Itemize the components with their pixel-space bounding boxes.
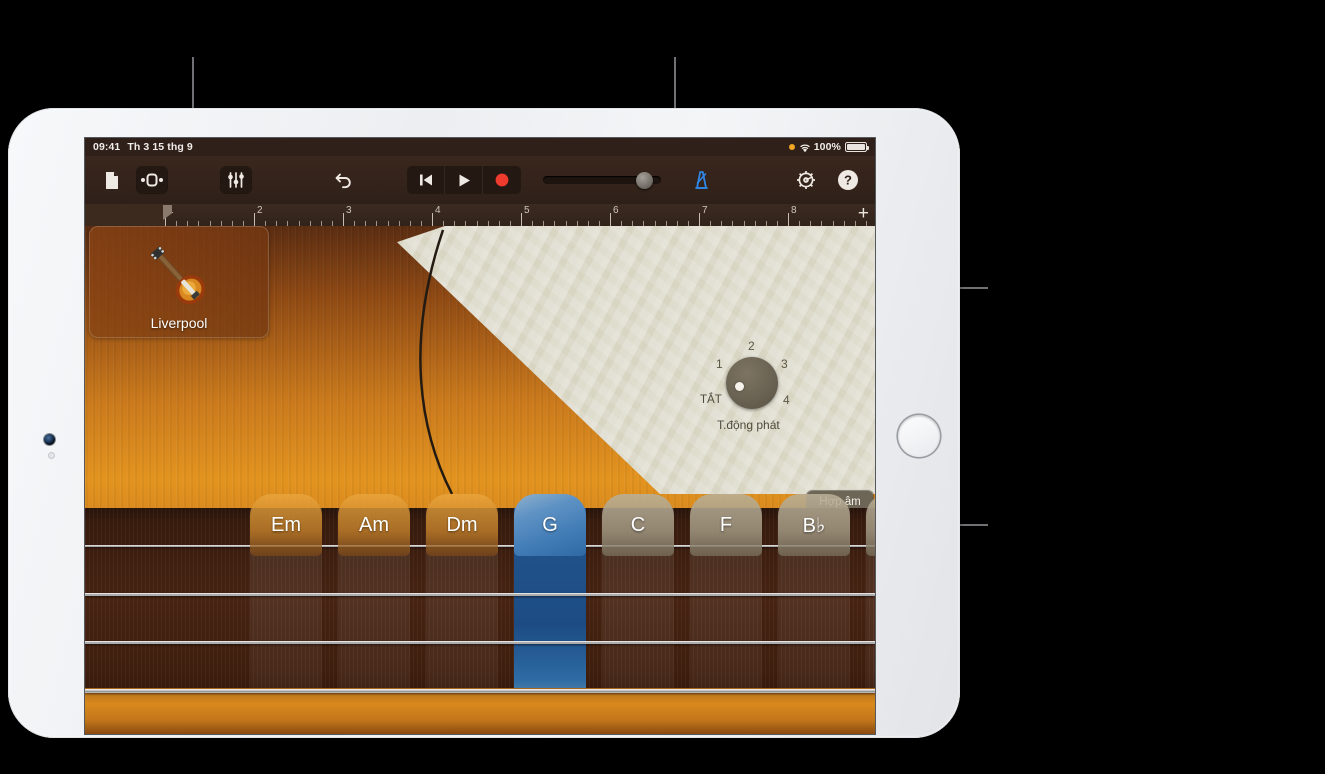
- svg-text:?: ?: [844, 173, 852, 188]
- ruler-bar-tick: [699, 213, 700, 226]
- ruler-bar-tick: [610, 213, 611, 226]
- screenshot-canvas: 09:41 Th 3 15 thg 9 100% ? 2 3 4 5 6 7 8…: [0, 0, 1325, 774]
- chord-button[interactable]: B♭: [778, 494, 850, 556]
- app-screen: 09:41 Th 3 15 thg 9 100% ? 2 3 4 5 6 7 8…: [85, 138, 875, 734]
- ruler-bar-tick: [788, 213, 789, 226]
- autoplay-position-2[interactable]: 2: [748, 339, 755, 353]
- gear-icon[interactable]: [791, 167, 821, 193]
- microphone-in-use-indicator-icon: [788, 144, 795, 150]
- autoplay-knob-indicator: [735, 382, 744, 391]
- main-toolbar: ?: [85, 156, 875, 204]
- ruler-bar-number: 4: [435, 205, 441, 216]
- help-question-icon[interactable]: ?: [833, 167, 863, 193]
- chord-button[interactable]: F: [690, 494, 762, 556]
- ambient-light-sensor-icon: [48, 452, 55, 459]
- status-time: 09:41: [93, 141, 121, 153]
- document-icon[interactable]: [97, 167, 127, 193]
- autoplay-knob[interactable]: [726, 357, 778, 409]
- ruler-left-pad: [85, 204, 165, 226]
- chord-button[interactable]: Em: [250, 494, 322, 556]
- bass-string[interactable]: [85, 641, 875, 645]
- playhead-marker[interactable]: [163, 205, 172, 220]
- ruler-bar-tick: [254, 213, 255, 226]
- master-volume-slider[interactable]: [543, 171, 661, 189]
- record-icon[interactable]: [483, 166, 521, 194]
- ruler-bar-number: 5: [524, 205, 530, 216]
- rewind-to-start-icon[interactable]: [407, 166, 445, 194]
- battery-icon: [845, 142, 870, 152]
- ruler-bar-number: 3: [346, 205, 352, 216]
- instrument-name-label: Liverpool: [150, 315, 208, 331]
- timeline-ruler[interactable]: 12345678 +: [85, 204, 875, 226]
- autoplay-position-3[interactable]: 3: [781, 357, 788, 371]
- ruler-bar-tick: [343, 213, 344, 226]
- chord-button[interactable]: C: [602, 494, 674, 556]
- bass-string[interactable]: [85, 689, 875, 694]
- status-date: Th 3 15 thg 9: [127, 141, 193, 153]
- ruler-bar-number: 6: [613, 205, 619, 216]
- autoplay-position-4[interactable]: 4: [783, 393, 790, 407]
- chord-button[interactable]: G: [514, 494, 586, 556]
- ruler-bar-tick: [521, 213, 522, 226]
- mixer-faders-icon[interactable]: [221, 167, 251, 193]
- autoplay-off-label[interactable]: TẮT: [700, 394, 722, 406]
- instrument-area: Liverpool 1 2 3 4 TẮT T.động phát Hợp âm…: [85, 226, 875, 734]
- autoplay-caption: T.động phát: [717, 418, 780, 432]
- wifi-icon: [799, 143, 810, 152]
- front-camera-icon: [44, 434, 55, 445]
- ruler-bar-number: 2: [257, 205, 263, 216]
- bass-string[interactable]: [85, 593, 875, 596]
- chord-button[interactable]: Am: [338, 494, 410, 556]
- undo-arrow-icon[interactable]: [329, 167, 359, 193]
- chord-strip[interactable]: Em Am Dm GCF B♭ Bdim: [85, 494, 875, 556]
- home-button[interactable]: [898, 415, 940, 457]
- ruler-bar-tick: [432, 213, 433, 226]
- play-icon[interactable]: [445, 166, 483, 194]
- plus-icon[interactable]: +: [858, 204, 869, 223]
- metronome-icon[interactable]: [685, 167, 715, 193]
- autoplay-position-1[interactable]: 1: [716, 357, 723, 371]
- fretboard-bottom-wood: [85, 688, 875, 734]
- ruler-bar-number: 8: [791, 205, 797, 216]
- ruler-bar-number: 7: [702, 205, 708, 216]
- transport-controls: [407, 166, 521, 194]
- battery-percent-label: 100%: [813, 141, 841, 153]
- chord-button[interactable]: Dm: [426, 494, 498, 556]
- chord-button[interactable]: Bdim: [866, 494, 875, 556]
- track-view-icon[interactable]: [137, 167, 167, 193]
- status-bar: 09:41 Th 3 15 thg 9 100%: [85, 138, 875, 156]
- volume-knob[interactable]: [636, 171, 653, 189]
